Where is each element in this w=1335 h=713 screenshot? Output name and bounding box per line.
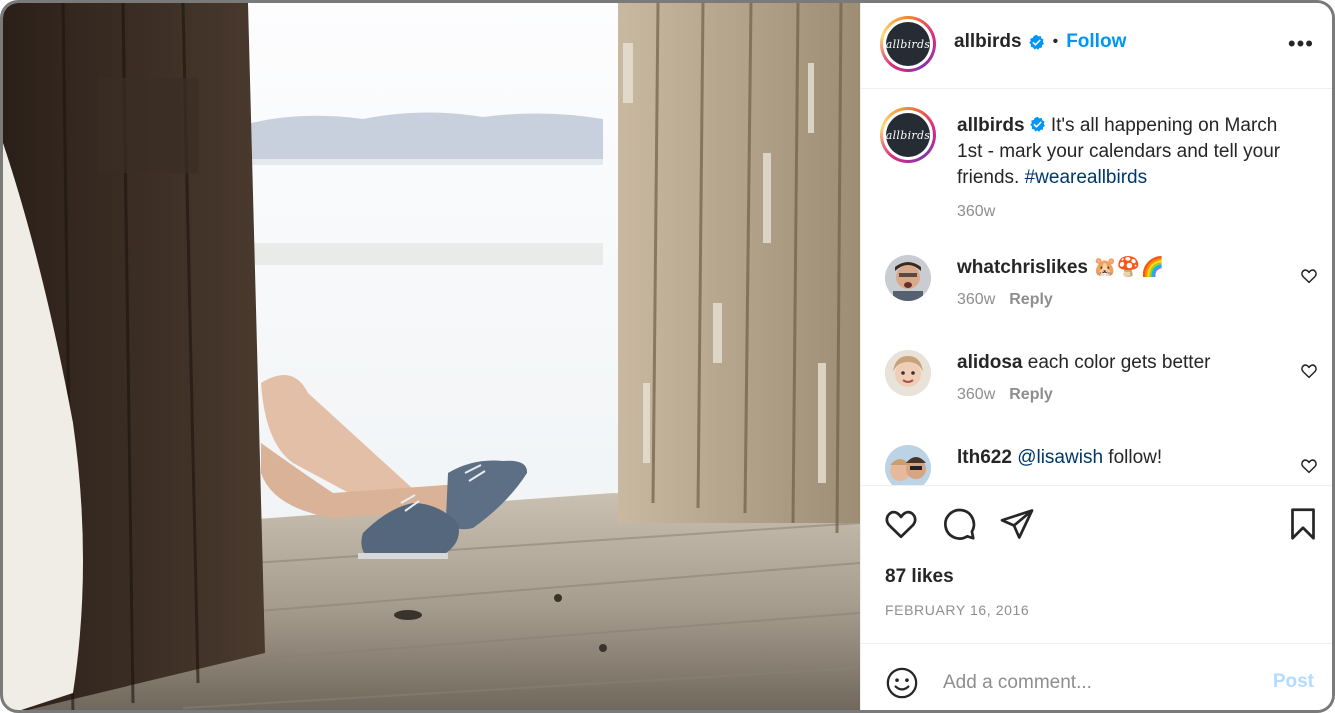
like-heart-icon[interactable]	[883, 506, 919, 542]
share-send-icon[interactable]	[999, 506, 1035, 542]
allbirds-logo: allbirds	[886, 22, 930, 66]
verified-badge-icon	[1029, 116, 1045, 132]
emoji-smiley-icon[interactable]	[885, 666, 919, 700]
commenter-avatar[interactable]	[885, 445, 931, 485]
comment-item: whatchrislikes 🐹🍄🌈 360w Reply	[861, 255, 1332, 345]
post-photo-illustration	[3, 3, 860, 710]
instagram-post-window: allbirds allbirds • Follow ••• allbirds	[0, 0, 1335, 713]
comment-meta: 360w Reply	[957, 291, 1053, 309]
comment-icon[interactable]	[941, 506, 977, 542]
like-comment-heart-icon[interactable]	[1300, 362, 1318, 380]
comment-item: lth622 @lisawish follow!	[861, 445, 1332, 485]
likes-count[interactable]: 87 likes	[885, 566, 954, 588]
commenter-avatar[interactable]	[885, 255, 931, 301]
like-comment-heart-icon[interactable]	[1300, 457, 1318, 475]
avatar-photo	[885, 445, 931, 485]
commenter-avatar[interactable]	[885, 350, 931, 396]
comment-meta: 360w Reply	[957, 386, 1053, 404]
like-comment-heart-icon[interactable]	[1300, 267, 1318, 285]
comment-item: alidosa each color gets better 360w Reply	[861, 350, 1332, 440]
comment-text: lth622 @lisawish follow!	[957, 445, 1287, 471]
comment-text: whatchrislikes 🐹🍄🌈	[957, 255, 1287, 281]
post-photo[interactable]	[3, 3, 860, 710]
caption-hashtag[interactable]: #weareallbirds	[1025, 167, 1148, 188]
post-side-panel: allbirds allbirds • Follow ••• allbirds	[860, 3, 1332, 710]
comment-username[interactable]: lth622	[957, 447, 1012, 468]
add-comment-bar: Post	[861, 643, 1332, 710]
follow-button[interactable]: Follow	[1066, 31, 1126, 53]
verified-badge-icon	[1028, 34, 1044, 50]
caption-text: allbirds It's all happening on March 1st…	[957, 113, 1307, 225]
reply-button[interactable]: Reply	[1009, 386, 1053, 403]
post-header: allbirds allbirds • Follow •••	[861, 3, 1332, 89]
post-actions: 87 likes FEBRUARY 16, 2016	[861, 485, 1332, 644]
account-username[interactable]: allbirds	[954, 31, 1022, 53]
comments-scroll-area[interactable]: allbirds allbirds It's all happening on …	[861, 89, 1332, 485]
caption-avatar[interactable]: allbirds	[880, 107, 936, 163]
comment-time: 360w	[957, 386, 996, 403]
avatar-photo	[885, 350, 931, 396]
post-date: FEBRUARY 16, 2016	[885, 602, 1030, 618]
more-options-icon[interactable]: •••	[1288, 31, 1314, 57]
post-comment-button[interactable]: Post	[1273, 671, 1314, 693]
account-avatar[interactable]: allbirds	[880, 16, 936, 72]
comment-time: 360w	[957, 291, 996, 308]
comment-body: each color gets better	[1022, 352, 1211, 373]
comment-body: follow!	[1103, 447, 1163, 468]
comment-text: alidosa each color gets better	[957, 350, 1287, 376]
comment-body: 🐹🍄🌈	[1087, 257, 1165, 278]
separator-dot: •	[1052, 33, 1059, 50]
caption-time: 360w	[957, 203, 996, 220]
reply-button[interactable]: Reply	[1009, 291, 1053, 308]
comment-input[interactable]	[941, 666, 1245, 700]
allbirds-logo: allbirds	[886, 113, 930, 157]
comment-mention[interactable]: @lisawish	[1017, 447, 1103, 468]
comment-username[interactable]: alidosa	[957, 352, 1022, 373]
caption-username[interactable]: allbirds	[957, 115, 1025, 136]
avatar-photo	[885, 255, 931, 301]
comment-username[interactable]: whatchrislikes	[957, 257, 1088, 278]
save-bookmark-icon[interactable]	[1285, 506, 1321, 542]
